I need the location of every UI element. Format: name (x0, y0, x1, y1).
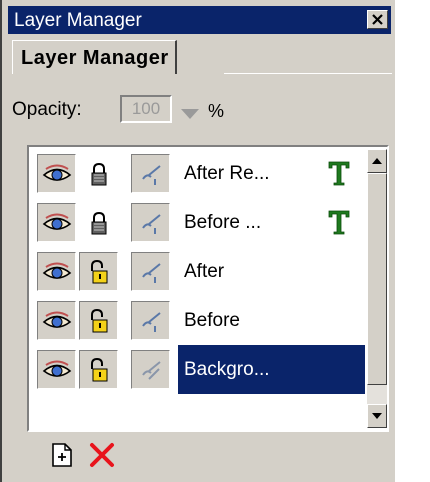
link-brush-disabled-icon (141, 360, 161, 380)
lock-toggle[interactable] (79, 301, 118, 340)
vertical-scrollbar[interactable] (367, 149, 387, 428)
arrow-up-icon (372, 158, 382, 164)
unlocked-padlock-icon (90, 259, 107, 283)
padlock-icon (91, 162, 106, 185)
scroll-up-button[interactable] (367, 149, 387, 173)
link-brush-icon (141, 164, 161, 185)
lock-toggle[interactable] (79, 252, 118, 291)
close-icon (372, 14, 383, 25)
scroll-thumb[interactable] (367, 173, 387, 385)
new-layer-icon (52, 443, 72, 467)
layer-row[interactable]: After Re... (33, 149, 365, 198)
link-toggle[interactable] (131, 252, 170, 291)
close-button[interactable] (367, 10, 388, 29)
new-layer-button[interactable] (47, 440, 77, 470)
unlocked-padlock-icon (90, 308, 107, 332)
layer-row[interactable]: Before (33, 296, 365, 345)
link-toggle[interactable] (131, 350, 170, 389)
window-title: Layer Manager (14, 10, 142, 31)
layer-row[interactable]: After (33, 247, 365, 296)
lock-toggle[interactable] (79, 154, 118, 193)
opacity-input[interactable]: 100 (120, 95, 172, 123)
link-brush-icon (141, 311, 161, 332)
link-toggle[interactable] (131, 301, 170, 340)
visibility-toggle[interactable] (37, 350, 76, 389)
text-layer-icon (328, 210, 350, 235)
layer-row[interactable]: Backgro... (33, 345, 365, 394)
arrow-down-icon (372, 413, 382, 419)
lock-toggle[interactable] (79, 203, 118, 242)
visibility-toggle[interactable] (37, 203, 76, 242)
delete-layer-button[interactable] (87, 440, 117, 470)
text-layer-icon (328, 161, 350, 186)
layer-list: After Re... Before ... After Before Back… (27, 145, 389, 432)
layer-name[interactable]: After (178, 247, 365, 296)
eye-icon (42, 360, 71, 377)
padlock-icon (91, 211, 106, 234)
title-bar: Layer Manager (8, 6, 391, 34)
visibility-toggle[interactable] (37, 154, 76, 193)
tab-bar: Layer Manager (12, 36, 392, 74)
opacity-dropdown[interactable] (180, 104, 200, 126)
delete-layer-icon (90, 443, 114, 467)
link-brush-icon (141, 213, 161, 234)
layer-manager-window: Layer Manager Layer Manager Opacity: 100… (0, 0, 395, 482)
opacity-unit: % (208, 101, 225, 121)
tab-divider (224, 73, 392, 74)
opacity-label: Opacity: (12, 99, 82, 120)
visibility-toggle[interactable] (37, 252, 76, 291)
visibility-toggle[interactable] (37, 301, 76, 340)
chevron-down-icon (181, 109, 199, 119)
tab-layer-manager[interactable]: Layer Manager (12, 40, 177, 74)
layer-row[interactable]: Before ... (33, 198, 365, 247)
unlocked-padlock-icon (90, 357, 107, 381)
eye-icon (42, 262, 71, 279)
link-toggle[interactable] (131, 203, 170, 242)
layer-name[interactable]: Before (178, 296, 365, 345)
eye-icon (42, 213, 71, 230)
link-brush-icon (141, 262, 161, 283)
link-toggle[interactable] (131, 154, 170, 193)
scroll-down-button[interactable] (367, 404, 387, 428)
lock-toggle[interactable] (79, 350, 118, 389)
layer-name-selected[interactable]: Backgro... (178, 345, 365, 394)
eye-icon (42, 164, 71, 181)
eye-icon (42, 311, 71, 328)
